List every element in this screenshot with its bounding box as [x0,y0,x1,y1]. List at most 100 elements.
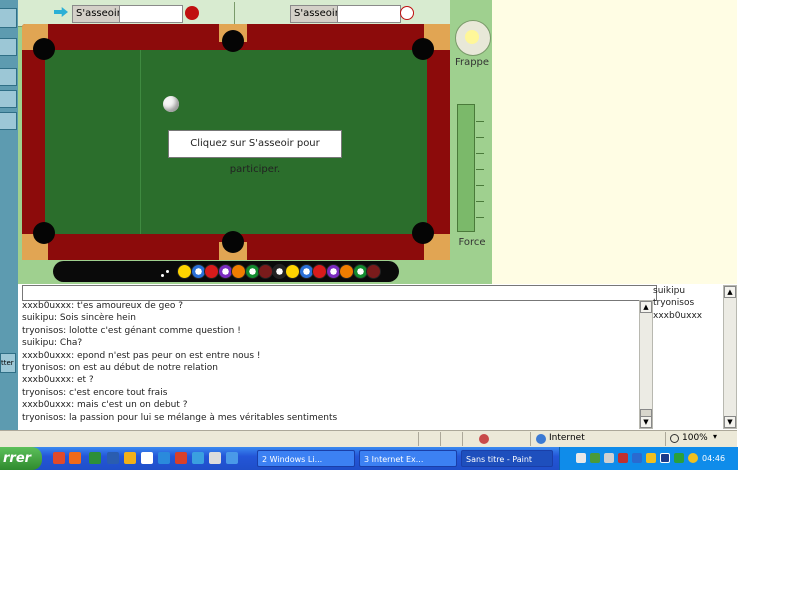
left-panel-button[interactable] [0,8,17,28]
status-separator [440,432,441,446]
pocket-top-left [33,38,55,60]
cue-tip-icon [465,30,479,44]
left-panel-button[interactable] [0,38,17,56]
taskbar-button-paint[interactable]: Sans titre - Paint [461,450,553,467]
quicklaunch-icon[interactable] [209,452,221,464]
chat-message: suikipu: Sois sincère hein [22,313,136,324]
chat-message: tryonisos: on est au début de notre rela… [22,363,218,374]
chat-message: suikipu: Cha? [22,338,83,349]
pocket-top-right [412,38,434,60]
rack-ball [285,264,300,279]
player-left-ball-icon [185,6,199,20]
quicklaunch-icon[interactable] [226,452,238,464]
strike-button[interactable] [455,20,491,56]
scroll-up-arrow-icon[interactable]: ▲ [724,286,736,298]
tray-icon[interactable] [660,453,670,463]
tray-icon[interactable] [576,453,586,463]
quicklaunch-icon[interactable] [141,452,153,464]
quicklaunch-icon[interactable] [192,452,204,464]
divider [234,2,235,24]
force-label: Force [458,237,486,248]
user-list: suikipu tryonisos xxxb0uxxx [653,285,721,427]
chat-message: tryonisos: lolotte c'est génant comme qu… [22,325,241,336]
quicklaunch-icon[interactable] [124,452,136,464]
user-item[interactable]: xxxb0uxxx [653,310,721,322]
taskbar-button-windows-live[interactable]: 2 Windows Li... [257,450,355,467]
tray-icon[interactable] [604,453,614,463]
popup-blocked-icon[interactable] [479,434,489,444]
status-separator [530,432,531,446]
zoom-icon [670,434,679,443]
pocket-bottom-middle [222,231,244,253]
turn-arrow-icon [54,7,68,17]
left-panel-button[interactable] [0,90,17,108]
quicklaunch-icon[interactable] [158,452,170,464]
force-tick [476,153,484,154]
quicklaunch-icon[interactable] [107,452,119,464]
force-slider[interactable] [457,104,475,232]
scroll-down-arrow-icon[interactable]: ▼ [640,416,652,428]
chat-message: xxxb0uxxx: epond n'est pas peur on est e… [22,350,261,361]
rack-ball [339,264,354,279]
pocket-bottom-right [412,222,434,244]
rack-ball [366,264,381,279]
scroll-up-arrow-icon[interactable]: ▲ [640,301,652,313]
pocket-top-middle [222,30,244,52]
rack-ball [177,264,192,279]
join-message: Cliquez sur S'asseoir pour participer. [168,130,342,175]
quicklaunch-icon[interactable] [69,452,81,464]
cue-ball [163,96,179,112]
status-separator [462,432,463,446]
force-tick [476,169,484,170]
tray-icon[interactable] [632,453,642,463]
force-tick [476,217,484,218]
quicklaunch-icon[interactable] [53,452,65,464]
left-panel-button[interactable] [0,112,17,130]
tray-icon[interactable] [618,453,628,463]
chat-message: xxxb0uxxx: mais c'est un on debut ? [22,400,188,411]
chat-message: xxxb0uxxx: t'es amoureux de geo ? [22,301,184,311]
quicklaunch-icon[interactable] [175,452,187,464]
rack-dot [161,274,164,277]
taskbar-clock: 04:46 [702,454,726,463]
chat-input[interactable] [22,285,657,301]
strike-label: Frappe [454,57,490,68]
zoom-dropdown-icon[interactable]: ▾ [713,432,717,441]
quicklaunch-icon[interactable] [89,452,101,464]
seat-bar: S'asseoir S'asseoir [18,0,450,27]
force-tick [476,185,484,186]
status-bar: Internet 100% ▾ [0,430,737,448]
tray-icon[interactable] [674,453,684,463]
tray-icon[interactable] [590,453,600,463]
sit-button-left[interactable]: S'asseoir [72,5,125,23]
user-item[interactable]: suikipu [653,285,721,297]
chat-message: tryonisos: la passion pour lui se mélang… [22,412,338,423]
rack-ball [258,264,273,279]
start-button[interactable]: rrer [0,447,42,470]
status-separator [665,432,666,446]
scroll-down-arrow-icon[interactable]: ▼ [724,416,736,428]
force-tick [476,137,484,138]
chat-message: tryonisos: c'est encore tout frais [22,387,168,398]
user-item[interactable]: tryonisos [653,297,721,309]
player-right-ball-icon [400,6,414,20]
player-right-name [337,5,401,23]
globe-icon [536,434,546,444]
left-panel-dropdown[interactable] [0,68,17,86]
quit-button[interactable]: tter [0,353,16,373]
force-tick [476,201,484,202]
page-background [492,0,737,284]
taskbar-button-internet-explorer[interactable]: 3 Internet Ex... [359,450,457,467]
shield-icon[interactable] [688,453,698,463]
rack-ball [231,264,246,279]
rack-dot [166,270,169,273]
tray-icon[interactable] [646,453,656,463]
pocket-bottom-left [33,222,55,244]
zoom-level[interactable]: 100% [682,433,708,443]
user-list-scrollbar[interactable]: ▲ ▼ [723,285,737,429]
security-zone: Internet [549,433,585,443]
sit-button-right[interactable]: S'asseoir [290,5,343,23]
chat-scrollbar[interactable]: ▲ ▼ [639,300,653,429]
rack-ball [312,264,327,279]
rack-ball [204,264,219,279]
